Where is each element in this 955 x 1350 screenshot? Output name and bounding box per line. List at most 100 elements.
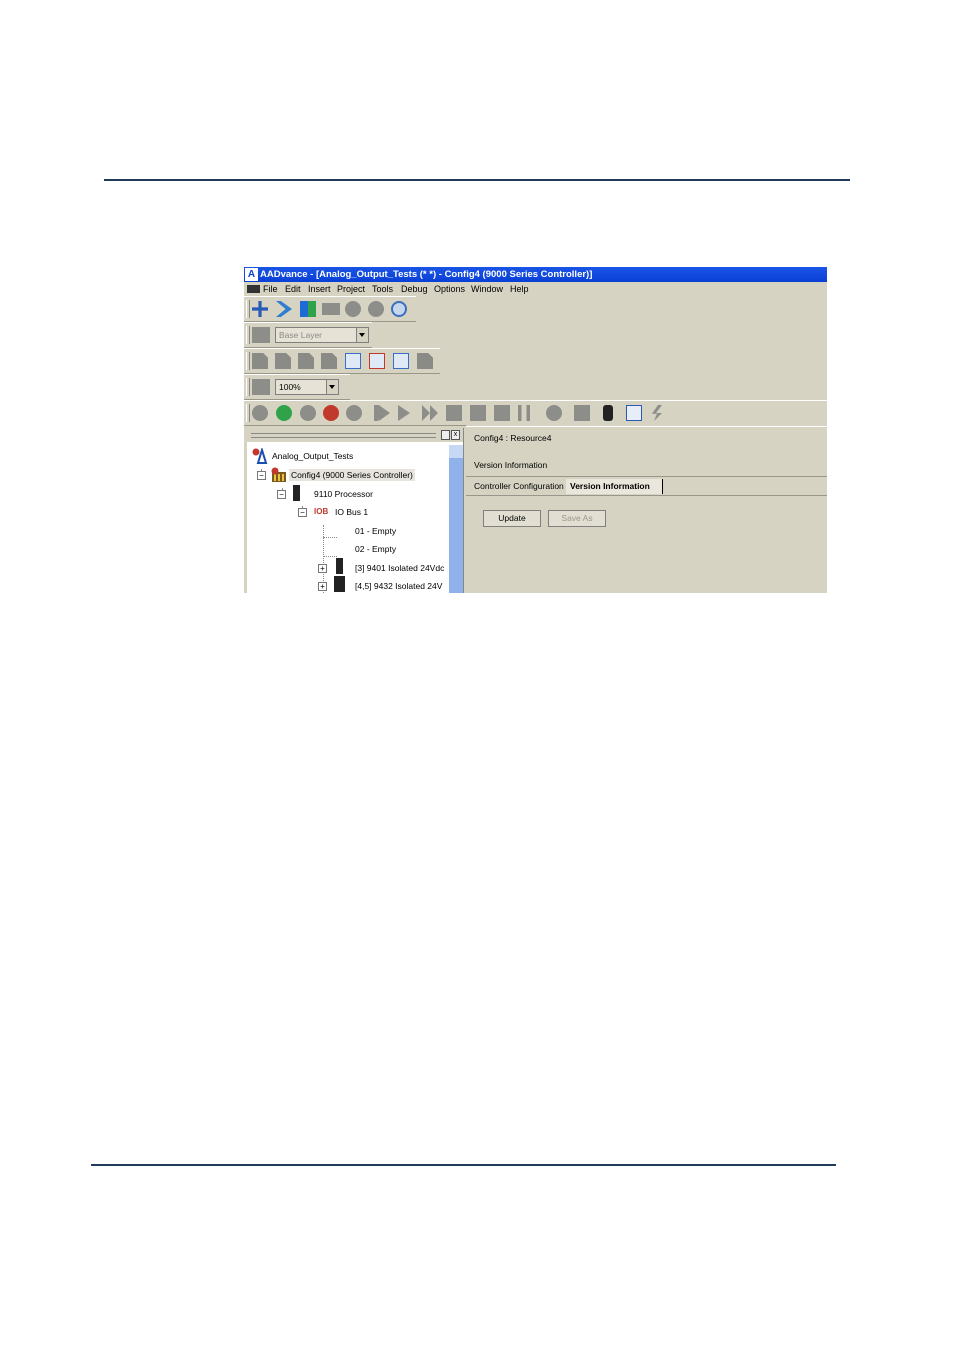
project-icon xyxy=(252,446,268,464)
traffic-light-icon[interactable] xyxy=(603,405,613,421)
stop-run-icon[interactable] xyxy=(323,405,339,421)
window-title: AADvance - [Analog_Output_Tests (* *) - … xyxy=(260,269,593,280)
document-alert-icon[interactable] xyxy=(369,353,385,369)
menu-file[interactable]: File xyxy=(263,282,278,296)
save-as-button[interactable]: Save As xyxy=(548,510,606,527)
resource-detail-pane: Config4 : Resource4 Version Information … xyxy=(466,425,827,593)
toolbar-grip[interactable] xyxy=(246,404,250,422)
menu-insert[interactable]: Insert xyxy=(308,282,331,296)
run-icon[interactable] xyxy=(276,405,292,421)
chevron-down-icon[interactable] xyxy=(356,328,368,342)
menu-debug[interactable]: Debug xyxy=(401,282,428,296)
new-document-icon[interactable] xyxy=(252,353,268,369)
tree-scrollbar[interactable] xyxy=(449,445,463,593)
refresh-icon[interactable] xyxy=(626,405,642,421)
debug-toolbar xyxy=(244,400,827,426)
tree-line xyxy=(323,537,337,538)
expand-icon[interactable]: + xyxy=(318,564,327,573)
document-menu-icon[interactable] xyxy=(247,285,260,293)
zoom-icon[interactable] xyxy=(252,379,270,395)
network-icon[interactable] xyxy=(252,301,268,317)
io-module-icon xyxy=(336,558,343,574)
document-refresh-icon[interactable] xyxy=(393,353,409,369)
breadcrumb: Config4 : Resource4 xyxy=(474,433,552,443)
close-pane-icon[interactable]: x xyxy=(451,430,460,440)
step-over-icon[interactable] xyxy=(398,405,410,421)
toolbar-grip[interactable] xyxy=(246,326,250,344)
lightning-icon[interactable] xyxy=(652,405,662,421)
menu-window[interactable]: Window xyxy=(471,282,503,296)
io-bus-icon: IOB xyxy=(314,507,329,516)
title-bar[interactable]: A AADvance - [Analog_Output_Tests (* *) … xyxy=(244,267,827,282)
resource-icon[interactable] xyxy=(300,301,316,317)
menu-tools[interactable]: Tools xyxy=(372,282,393,296)
toolbar-grip[interactable] xyxy=(246,378,250,396)
fast-forward-icon[interactable] xyxy=(422,405,438,421)
step-icon[interactable] xyxy=(374,405,390,421)
cycle-pause-icon[interactable] xyxy=(518,405,530,421)
pause-icon[interactable] xyxy=(300,405,316,421)
menu-options[interactable]: Options xyxy=(434,282,465,296)
force-icon[interactable] xyxy=(446,405,462,421)
disconnect-icon[interactable] xyxy=(346,405,362,421)
link-arrow-icon[interactable] xyxy=(276,301,292,317)
divider xyxy=(466,476,827,477)
menu-project[interactable]: Project xyxy=(337,282,365,296)
menu-edit[interactable]: Edit xyxy=(285,282,301,296)
processor-module-icon xyxy=(293,485,300,501)
diagnostics-icon[interactable] xyxy=(574,405,590,421)
tree-node-slot-01[interactable]: 01 - Empty xyxy=(355,525,396,537)
collapse-icon[interactable]: − xyxy=(298,508,307,517)
layer-icon[interactable] xyxy=(252,327,270,343)
section-title: Version Information xyxy=(474,460,548,470)
connect-icon[interactable] xyxy=(252,405,268,421)
tab-controller-configuration[interactable]: Controller Configuration xyxy=(474,479,564,494)
save-document-icon[interactable] xyxy=(298,353,314,369)
tree-node-label: Config4 (9000 Series Controller) xyxy=(289,469,415,481)
toolbar-grip[interactable] xyxy=(246,300,250,318)
collapse-icon[interactable]: − xyxy=(277,490,286,499)
download-icon[interactable] xyxy=(470,405,486,421)
tree-node-label: [3] 9401 Isolated 24Vdc xyxy=(355,563,445,573)
settings-icon[interactable] xyxy=(368,301,384,317)
layer-toolbar: Base Layer xyxy=(244,322,372,348)
open-document-icon[interactable] xyxy=(275,353,291,369)
io-module-icon xyxy=(334,576,345,592)
toolbar-grip[interactable] xyxy=(246,352,250,370)
menu-help[interactable]: Help xyxy=(510,282,529,296)
close-document-icon[interactable] xyxy=(321,353,337,369)
collapse-icon[interactable]: − xyxy=(257,471,266,480)
aadvance-app-icon: A xyxy=(245,268,258,281)
scroll-up-icon[interactable] xyxy=(449,445,463,458)
tree-node-label: IO Bus 1 xyxy=(335,507,369,517)
tab-version-information[interactable]: Version Information xyxy=(566,479,663,494)
tree-node-label: 02 - Empty xyxy=(355,544,397,554)
layer-select-value: Base Layer xyxy=(279,330,322,340)
tree-node-label: Analog_Output_Tests xyxy=(272,451,354,461)
zoom-select[interactable]: 100% xyxy=(275,379,339,395)
stop-icon[interactable] xyxy=(345,301,361,317)
document-properties-icon[interactable] xyxy=(417,353,433,369)
pane-grip[interactable] xyxy=(251,433,436,438)
halt-icon[interactable] xyxy=(546,405,562,421)
find-document-icon[interactable] xyxy=(345,353,361,369)
tree-line xyxy=(323,556,337,557)
page-header-rule xyxy=(104,179,850,181)
search-icon[interactable] xyxy=(391,301,407,317)
page-footer-rule xyxy=(91,1164,836,1166)
divider xyxy=(466,426,827,427)
tree-node-label: 9110 Processor xyxy=(314,489,373,499)
restore-pane-icon[interactable] xyxy=(441,430,450,440)
menu-bar: File Edit Insert Project Tools Debug Opt… xyxy=(244,282,827,296)
application-window: A AADvance - [Analog_Output_Tests (* *) … xyxy=(244,267,827,593)
tree-node-slot-02[interactable]: 02 - Empty xyxy=(355,543,396,555)
tree-node-label: 01 - Empty xyxy=(355,526,397,536)
upload-icon[interactable] xyxy=(494,405,510,421)
update-button[interactable]: Update xyxy=(483,510,541,527)
expand-icon[interactable]: + xyxy=(318,582,327,591)
tree-pane-header: x xyxy=(247,428,463,442)
chevron-down-icon[interactable] xyxy=(326,380,338,394)
divider xyxy=(466,495,827,496)
layer-select[interactable]: Base Layer xyxy=(275,327,369,343)
controller-icon[interactable] xyxy=(322,303,340,315)
